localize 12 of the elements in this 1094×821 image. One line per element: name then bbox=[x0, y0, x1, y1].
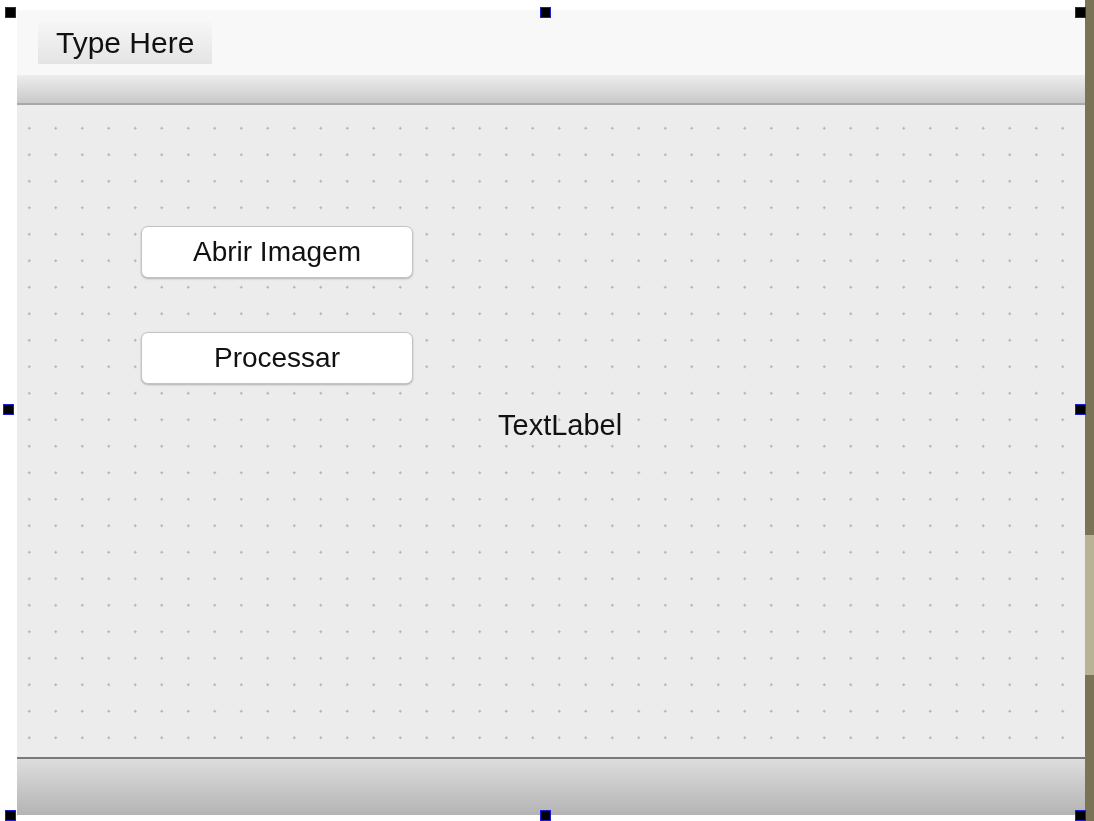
selection-handle[interactable] bbox=[5, 810, 16, 821]
selection-handle[interactable] bbox=[5, 7, 16, 18]
push-button[interactable]: Processar bbox=[141, 332, 413, 384]
text-label: TextLabel bbox=[498, 409, 623, 442]
selection-handle[interactable] bbox=[3, 404, 14, 415]
selection-handle[interactable] bbox=[540, 810, 551, 821]
menu-item[interactable]: Type Here bbox=[38, 21, 213, 64]
selection-handle[interactable] bbox=[1075, 7, 1086, 18]
selection-handle[interactable] bbox=[540, 7, 551, 18]
selection-handle[interactable] bbox=[1075, 810, 1086, 821]
push-button[interactable]: Abrir Imagem bbox=[141, 226, 413, 278]
selection-handle[interactable] bbox=[1075, 404, 1086, 415]
